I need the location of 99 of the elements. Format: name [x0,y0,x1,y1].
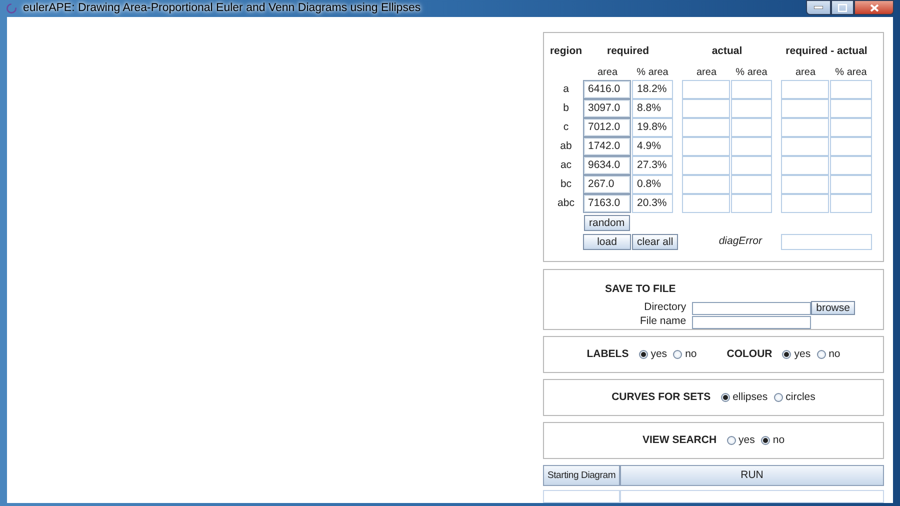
radio-label[interactable]: yes [738,432,755,449]
percent-field[interactable]: 0.8% [632,175,673,194]
column-subheader: % area [734,66,768,80]
directory-field[interactable] [692,302,812,315]
area-field[interactable]: 7163.0 [583,194,631,214]
area-field[interactable] [781,99,829,118]
region-label: b [562,100,570,116]
window-title: eulerAPE: Drawing Area-Proportional Euler and Venn Diagrams using Ellipses [23,1,421,16]
percent-field[interactable]: 27.3% [632,156,673,176]
option-label: COLOUR [726,346,772,362]
radio-label[interactable]: circles [786,390,816,406]
area-field[interactable] [682,118,730,138]
percent-field[interactable] [830,194,872,214]
region-label: abc [556,196,576,211]
column-header: required [606,44,650,59]
area-field[interactable]: 6416.0 [583,80,631,100]
percent-field[interactable] [731,175,772,194]
area-field[interactable] [682,99,730,118]
percent-field[interactable] [731,80,772,100]
radio-button[interactable] [782,350,792,360]
radio-button[interactable] [638,350,648,360]
file-name-field[interactable] [692,316,812,329]
region-label: ab [559,138,573,154]
percent-field[interactable] [830,175,872,194]
region-label: ac [559,158,573,173]
directory-label: Directory [643,300,686,316]
column-header: actual [710,44,744,59]
percent-field[interactable]: 4.9% [632,137,673,156]
area-field[interactable] [781,137,829,156]
area-field[interactable] [682,137,730,156]
column-subheader: area [695,66,718,80]
area-field[interactable] [781,194,829,214]
diag-error-label: diagError [718,234,764,249]
percent-field[interactable]: 20.3% [632,194,673,214]
radio-button[interactable] [673,350,682,360]
radio-label[interactable]: ellipses [732,390,768,406]
clear-all-button[interactable]: clear all [632,234,678,250]
app-icon [6,3,17,14]
maximize-icon [838,4,847,12]
area-field[interactable]: 267.0 [583,175,631,194]
column-subheader: area [596,66,618,80]
column-subheader: % area [636,66,670,80]
radio-label[interactable]: yes [794,346,811,363]
radio-button[interactable] [720,393,730,402]
run-button[interactable]: RUN [620,465,884,486]
percent-field[interactable]: 18.2% [632,80,673,100]
area-field[interactable] [781,156,829,176]
radio-label[interactable]: yes [650,346,668,363]
random-button[interactable]: random [584,214,630,231]
percent-field[interactable] [731,156,772,176]
area-field[interactable] [781,80,829,100]
radio-button[interactable] [760,436,770,446]
area-field[interactable] [682,175,730,194]
radio-button[interactable] [816,350,826,360]
percent-field[interactable] [830,156,872,176]
region-label: c [562,120,570,135]
area-field[interactable] [682,194,730,214]
close-icon [870,4,878,12]
minimize-button[interactable] [806,0,831,15]
file-name-label: File name [639,314,686,330]
percent-field[interactable] [830,99,872,118]
minimize-icon [814,6,823,9]
area-field[interactable] [682,80,730,100]
column-subheader: % area [834,66,868,80]
region-label: a [562,82,570,97]
percent-field[interactable] [830,137,872,156]
area-field[interactable] [781,118,829,138]
percent-field[interactable] [830,80,872,100]
radio-label[interactable]: no [685,346,697,363]
area-field[interactable]: 1742.0 [583,137,631,156]
percent-field[interactable] [731,118,772,138]
starting-diagram-button[interactable]: Starting Diagram [543,465,620,486]
percent-field[interactable] [830,118,872,138]
section-title: SAVE TO FILE [605,282,677,297]
column-header: region [549,44,583,59]
browse-button[interactable]: browse [811,301,855,316]
percent-field[interactable]: 8.8% [632,99,673,118]
close-button[interactable] [854,0,894,15]
radio-label[interactable]: no [828,346,840,363]
option-label: VIEW SEARCH [642,432,717,448]
area-field[interactable]: 7012.0 [583,118,631,138]
area-field[interactable] [781,175,829,194]
region-label: bc [559,176,573,192]
load-button[interactable]: load [583,234,631,250]
area-field[interactable]: 9634.0 [583,156,631,176]
percent-field[interactable]: 19.8% [632,118,673,138]
column-header: required - actual [784,44,868,59]
area-field[interactable]: 3097.0 [583,99,631,118]
option-label: LABELS [586,346,629,362]
radio-button[interactable] [774,393,783,402]
radio-button[interactable] [726,436,736,446]
radio-label[interactable]: no [772,432,785,449]
percent-field[interactable] [731,99,772,118]
area-field[interactable] [682,156,730,176]
percent-field[interactable] [731,137,772,156]
option-label: CURVES FOR SETS [612,390,711,405]
maximize-button[interactable] [831,0,854,15]
percent-field[interactable] [731,194,772,214]
column-subheader: area [794,66,816,80]
